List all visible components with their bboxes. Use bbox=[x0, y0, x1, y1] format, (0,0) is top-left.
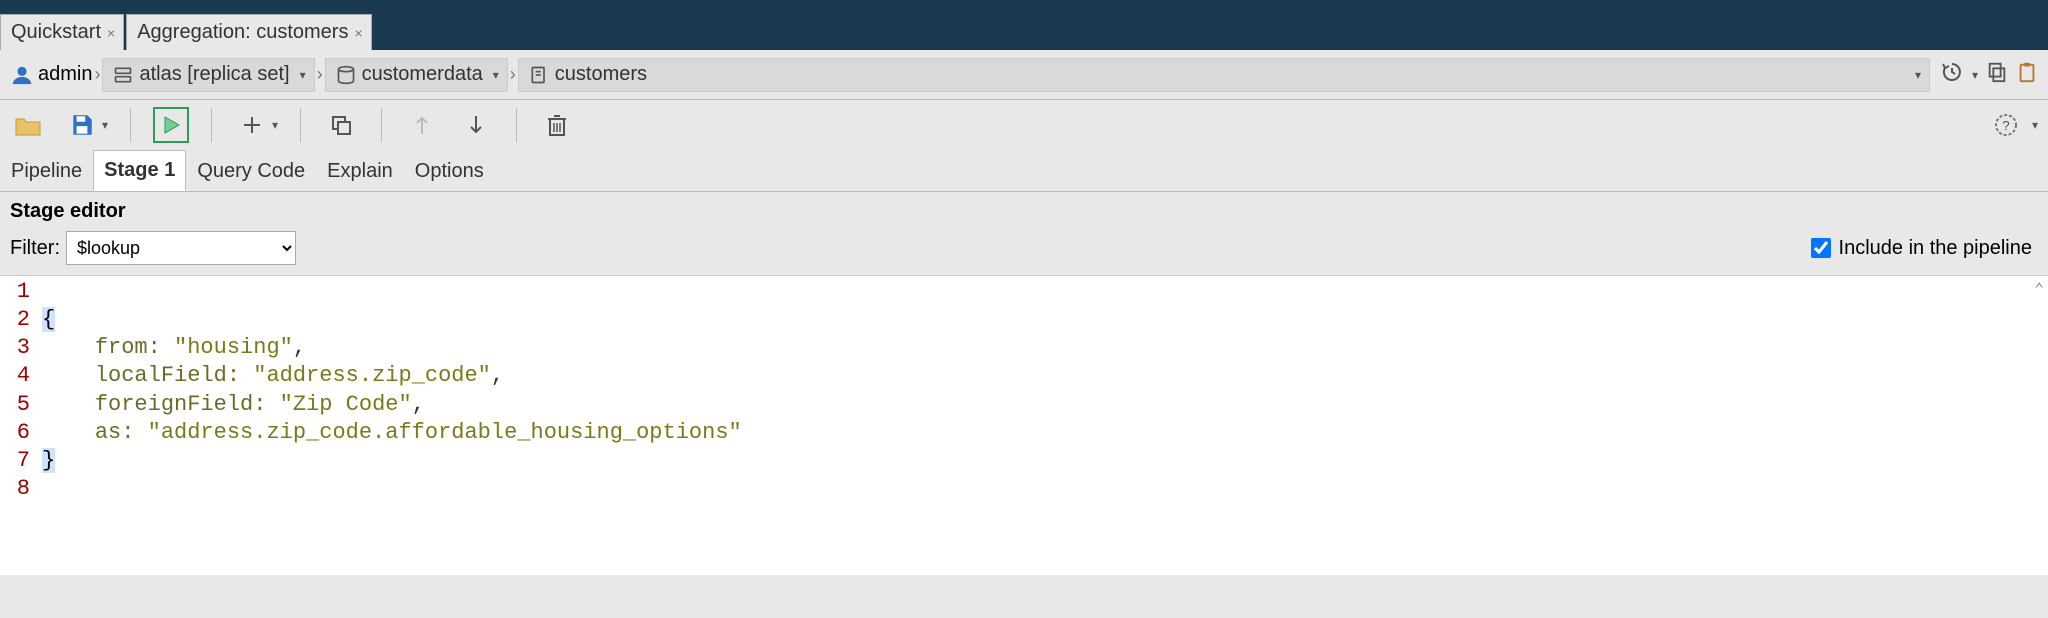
code-editor[interactable]: 1 2 3 4 5 6 7 8 { from: "housing", local… bbox=[0, 275, 2048, 575]
line-number: 7 bbox=[2, 447, 30, 475]
user-segment: admin bbox=[10, 58, 92, 92]
tab-label: Stage 1 bbox=[104, 159, 175, 182]
tab-label: Quickstart bbox=[11, 21, 101, 44]
tab-label: Aggregation: customers bbox=[137, 21, 348, 44]
code-token: as: bbox=[95, 420, 135, 445]
chevron-down-icon: ▾ bbox=[493, 68, 499, 82]
paste-button[interactable] bbox=[2016, 61, 2038, 89]
line-number: 2 bbox=[2, 306, 30, 334]
tab-quickstart[interactable]: Quickstart × bbox=[0, 14, 124, 50]
separator bbox=[130, 108, 131, 142]
line-number: 1 bbox=[2, 278, 30, 306]
tab-label: Pipeline bbox=[11, 160, 82, 183]
stage-editor-title: Stage editor bbox=[0, 192, 2048, 227]
run-button[interactable] bbox=[153, 107, 189, 143]
svg-text:?: ? bbox=[2002, 118, 2009, 133]
database-icon bbox=[334, 63, 358, 87]
duplicate-button[interactable] bbox=[323, 107, 359, 143]
include-checkbox[interactable] bbox=[1811, 238, 1831, 258]
tab-stage-1[interactable]: Stage 1 bbox=[93, 150, 186, 191]
save-button[interactable] bbox=[64, 107, 100, 143]
filter-row: Filter: $lookup Include in the pipeline bbox=[0, 227, 2048, 275]
document-tab-bar: Quickstart × Aggregation: customers × bbox=[0, 0, 2048, 50]
chevron-down-icon[interactable]: ▾ bbox=[2032, 118, 2038, 132]
code-token: foreignField: bbox=[95, 392, 267, 417]
close-icon[interactable]: × bbox=[354, 25, 362, 41]
include-in-pipeline[interactable]: Include in the pipeline bbox=[1811, 237, 2032, 260]
code-token: } bbox=[42, 448, 55, 473]
delete-button[interactable] bbox=[539, 107, 575, 143]
chevron-down-icon[interactable]: ▾ bbox=[1972, 68, 1978, 82]
add-stage-button[interactable] bbox=[234, 107, 270, 143]
line-number: 6 bbox=[2, 419, 30, 447]
database-dropdown[interactable]: customerdata ▾ bbox=[325, 58, 508, 92]
database-label: customerdata bbox=[362, 63, 483, 86]
chevron-down-icon: ▾ bbox=[300, 68, 306, 82]
separator bbox=[211, 108, 212, 142]
toolbar: ▾ ▾ ? ▾ bbox=[0, 100, 2048, 150]
code-token: { bbox=[42, 307, 55, 332]
code-token: "housing" bbox=[174, 335, 293, 360]
code-token: "Zip Code" bbox=[280, 392, 412, 417]
separator bbox=[381, 108, 382, 142]
move-up-button[interactable] bbox=[404, 107, 440, 143]
close-icon[interactable]: × bbox=[107, 25, 115, 41]
filter-select[interactable]: $lookup bbox=[66, 231, 296, 265]
filter-label: Filter: bbox=[10, 237, 60, 260]
code-token: , bbox=[293, 335, 306, 360]
line-number: 4 bbox=[2, 362, 30, 390]
code-area[interactable]: { from: "housing", localField: "address.… bbox=[36, 276, 2048, 575]
scroll-up-icon[interactable]: ⌃ bbox=[2034, 280, 2044, 300]
tab-options[interactable]: Options bbox=[404, 150, 495, 191]
server-label: atlas [replica set] bbox=[139, 63, 289, 86]
line-number: 5 bbox=[2, 391, 30, 419]
tab-aggregation-customers[interactable]: Aggregation: customers × bbox=[126, 14, 371, 50]
collection-icon bbox=[527, 63, 551, 87]
help-button[interactable]: ? bbox=[1988, 107, 2024, 143]
code-token: from: bbox=[95, 335, 161, 360]
chevron-down-icon[interactable]: ▾ bbox=[272, 118, 278, 132]
code-token: localField: bbox=[95, 363, 240, 388]
tab-pipeline[interactable]: Pipeline bbox=[0, 150, 93, 191]
collection-dropdown[interactable]: customers ▾ bbox=[518, 58, 1930, 92]
chevron-right-icon: › bbox=[317, 64, 323, 85]
code-token: "address.zip_code" bbox=[253, 363, 491, 388]
collection-label: customers bbox=[555, 63, 647, 86]
tab-label: Explain bbox=[327, 160, 393, 183]
server-dropdown[interactable]: atlas [replica set] ▾ bbox=[102, 58, 314, 92]
tab-label: Options bbox=[415, 160, 484, 183]
stage-tabs: Pipeline Stage 1 Query Code Explain Opti… bbox=[0, 150, 2048, 192]
separator bbox=[300, 108, 301, 142]
code-token: , bbox=[412, 392, 425, 417]
line-number: 3 bbox=[2, 334, 30, 362]
separator bbox=[516, 108, 517, 142]
server-icon bbox=[111, 63, 135, 87]
code-token: "address.zip_code.affordable_housing_opt… bbox=[148, 420, 742, 445]
user-icon bbox=[10, 63, 34, 87]
history-button[interactable] bbox=[1940, 60, 1964, 90]
chevron-right-icon: › bbox=[510, 64, 516, 85]
connection-breadcrumb: admin › atlas [replica set] ▾ › customer… bbox=[0, 50, 2048, 100]
tab-label: Query Code bbox=[197, 160, 305, 183]
tab-query-code[interactable]: Query Code bbox=[186, 150, 316, 191]
tab-explain[interactable]: Explain bbox=[316, 150, 404, 191]
include-label: Include in the pipeline bbox=[1839, 237, 2032, 260]
chevron-down-icon[interactable]: ▾ bbox=[102, 118, 108, 132]
line-number: 8 bbox=[2, 475, 30, 503]
user-label: admin bbox=[38, 63, 92, 86]
open-folder-button[interactable] bbox=[10, 107, 46, 143]
move-down-button[interactable] bbox=[458, 107, 494, 143]
chevron-right-icon: › bbox=[94, 64, 100, 85]
chevron-down-icon: ▾ bbox=[1915, 68, 1921, 82]
code-token: , bbox=[491, 363, 504, 388]
copy-button[interactable] bbox=[1986, 61, 2008, 89]
line-gutter: 1 2 3 4 5 6 7 8 bbox=[0, 276, 36, 575]
